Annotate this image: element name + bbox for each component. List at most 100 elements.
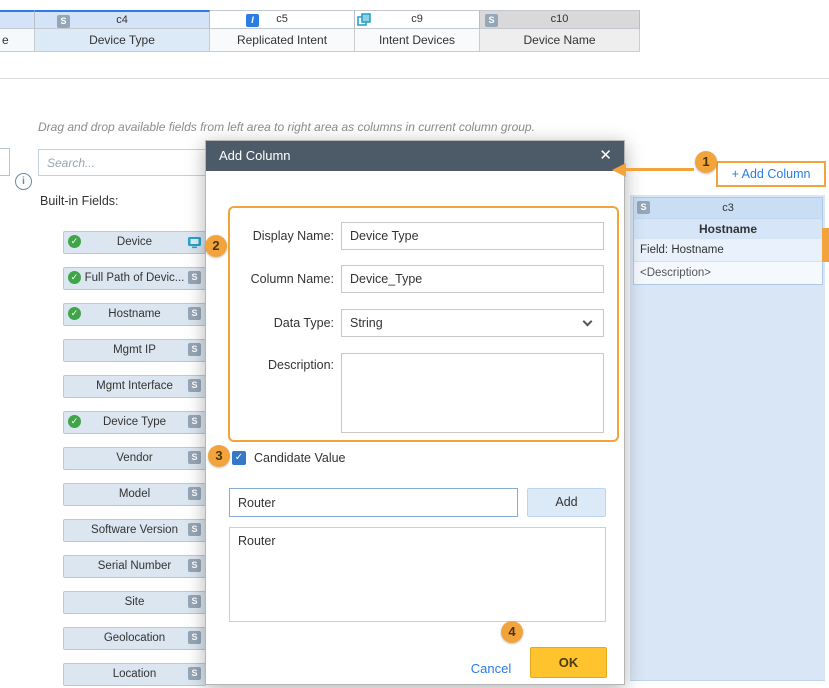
- data-type-select[interactable]: String: [341, 309, 604, 337]
- cropped-annotation-tab: [822, 228, 829, 262]
- close-icon[interactable]: ✕: [599, 141, 612, 171]
- header-cell-c10-id[interactable]: S c10: [480, 10, 640, 29]
- annotation-step-2: 2: [205, 235, 227, 257]
- header-cell-device-name[interactable]: Device Name: [480, 29, 640, 52]
- add-column-dialog: Add Column ✕ Display Name: Column Name: …: [205, 140, 625, 685]
- candidate-value-label: Candidate Value: [254, 450, 346, 466]
- header-cell-partial-id[interactable]: [0, 10, 35, 29]
- string-type-icon: S: [188, 451, 201, 464]
- field-item-geolocation[interactable]: Geolocation S: [63, 627, 206, 650]
- column-name-label: Column Name:: [216, 265, 334, 293]
- header-cell-partial-label[interactable]: e: [0, 29, 35, 52]
- string-type-icon: S: [188, 379, 201, 392]
- string-type-icon: S: [188, 595, 201, 608]
- field-item-mgmt-interface[interactable]: Mgmt Interface S: [63, 375, 206, 398]
- string-type-icon: S: [188, 343, 201, 356]
- column-id: c9: [355, 11, 479, 28]
- check-icon: ✓: [235, 452, 243, 463]
- column-card-id-row: S c3: [634, 198, 822, 218]
- field-item-device[interactable]: ✓ Device: [63, 231, 206, 254]
- header-cell-device-type[interactable]: Device Type: [35, 29, 210, 52]
- field-label: Device: [117, 236, 152, 248]
- field-label: Site: [125, 596, 145, 608]
- string-type-icon: S: [188, 667, 201, 680]
- built-in-fields-label: Built-in Fields:: [40, 194, 119, 208]
- device-icon: [187, 235, 202, 258]
- field-item-software-version[interactable]: Software Version S: [63, 519, 206, 542]
- field-item-site[interactable]: Site S: [63, 591, 206, 614]
- column-card-hostname[interactable]: S c3 Hostname Field: Hostname <Descripti…: [633, 197, 823, 285]
- candidate-value-checkbox[interactable]: ✓: [232, 451, 246, 465]
- field-item-device-type[interactable]: ✓ Device Type S: [63, 411, 206, 434]
- field-label: Mgmt IP: [113, 344, 156, 356]
- description-textarea[interactable]: [341, 353, 604, 433]
- string-type-icon: S: [188, 523, 201, 536]
- column-card-description: <Description>: [634, 261, 822, 284]
- field-item-model[interactable]: Model S: [63, 483, 206, 506]
- header-cell-c9-id[interactable]: c9: [355, 10, 480, 29]
- horizontal-divider: [0, 78, 829, 79]
- column-card-field: Field: Hostname: [634, 238, 822, 261]
- annotation-arrow-line: [626, 168, 694, 171]
- string-type-icon: S: [188, 307, 201, 320]
- field-item-mgmt-ip[interactable]: Mgmt IP S: [63, 339, 206, 362]
- add-candidate-button[interactable]: Add: [527, 488, 606, 517]
- add-column-button[interactable]: + Add Column: [716, 161, 826, 187]
- cancel-button[interactable]: Cancel: [461, 654, 521, 684]
- string-type-icon: S: [188, 271, 201, 284]
- display-name-input[interactable]: [341, 222, 604, 250]
- check-icon: ✓: [68, 271, 81, 284]
- field-label: Vendor: [116, 452, 152, 464]
- check-icon: ✓: [68, 415, 81, 428]
- ok-button[interactable]: OK: [530, 647, 607, 678]
- string-type-icon: S: [188, 487, 201, 500]
- display-name-label: Display Name:: [216, 222, 334, 250]
- built-in-fields-list: ✓ Device ✓ Full Path of Devic... S ✓ Hos…: [63, 231, 206, 688]
- field-label: Model: [119, 488, 150, 500]
- field-label: Mgmt Interface: [96, 380, 173, 392]
- field-item-serial-number[interactable]: Serial Number S: [63, 555, 206, 578]
- field-label: Device Type: [103, 416, 166, 428]
- search-input[interactable]: [38, 149, 206, 176]
- string-type-icon: S: [188, 415, 201, 428]
- data-type-value: String: [350, 316, 383, 330]
- chevron-down-icon: [583, 317, 593, 327]
- string-type-icon: S: [188, 559, 201, 572]
- header-cell-c4-id[interactable]: S c4: [35, 10, 210, 29]
- drag-drop-instruction: Drag and drop available fields from left…: [38, 120, 608, 134]
- column-name-input[interactable]: [341, 265, 604, 293]
- candidate-value-input[interactable]: [229, 488, 518, 517]
- field-label: Software Version: [91, 524, 178, 536]
- field-item-full-path[interactable]: ✓ Full Path of Devic... S: [63, 267, 206, 290]
- annotation-arrow-head: [612, 163, 626, 177]
- check-icon: ✓: [68, 307, 81, 320]
- field-label: Hostname: [108, 308, 160, 320]
- string-type-icon: S: [188, 631, 201, 644]
- column-id: c5: [210, 11, 354, 28]
- string-type-icon: S: [637, 201, 650, 214]
- column-card-id: c3: [722, 202, 734, 214]
- header-cell-replicated-intent[interactable]: Replicated Intent: [210, 29, 355, 52]
- description-label: Description:: [216, 357, 334, 373]
- header-cell-intent-devices[interactable]: Intent Devices: [355, 29, 480, 52]
- info-icon[interactable]: i: [15, 173, 32, 190]
- field-item-hostname[interactable]: ✓ Hostname S: [63, 303, 206, 326]
- field-item-location[interactable]: Location S: [63, 663, 206, 686]
- annotation-step-4: 4: [501, 621, 523, 643]
- column-card-title: Hostname: [634, 218, 822, 238]
- header-cell-c5-id[interactable]: I c5: [210, 10, 355, 29]
- field-label: Geolocation: [104, 632, 165, 644]
- column-id: c4: [35, 12, 209, 28]
- field-label: Location: [113, 668, 156, 680]
- app-screen: S c4 I c5 c9 S c10 e Device Type Replica…: [0, 0, 829, 688]
- field-label: Full Path of Devic...: [85, 272, 185, 284]
- field-label: Serial Number: [98, 560, 172, 572]
- field-item-vendor[interactable]: Vendor S: [63, 447, 206, 470]
- candidate-list-item[interactable]: Router: [230, 528, 605, 554]
- column-id: c10: [480, 11, 639, 28]
- dialog-header: Add Column ✕: [206, 141, 624, 171]
- annotation-step-3: 3: [208, 445, 230, 467]
- candidate-value-list[interactable]: Router: [229, 527, 606, 622]
- annotation-step-1: 1: [695, 151, 717, 173]
- check-icon: ✓: [68, 235, 81, 248]
